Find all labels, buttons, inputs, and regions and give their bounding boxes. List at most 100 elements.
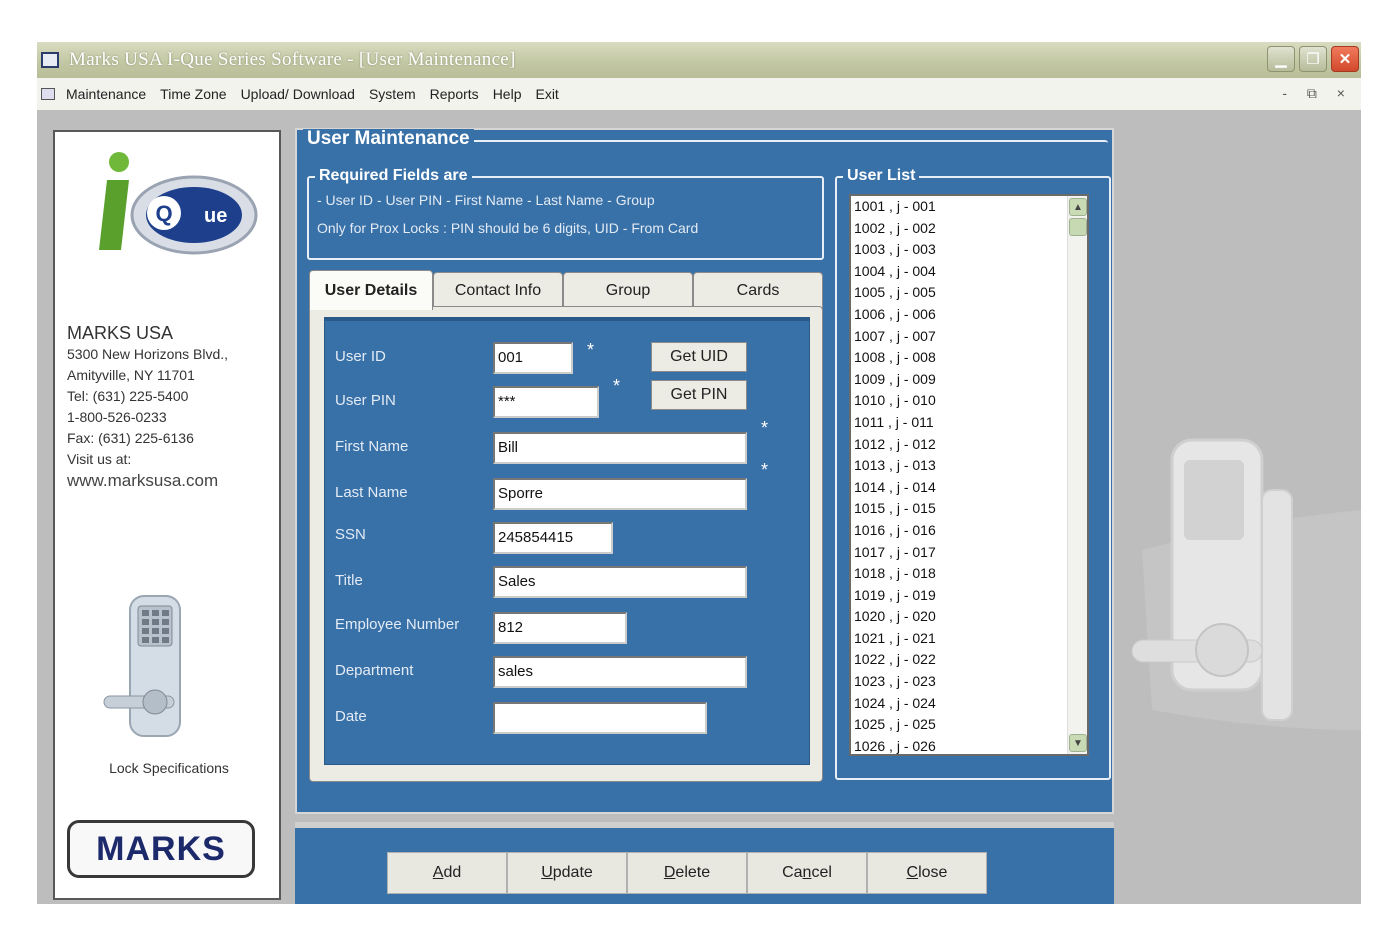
list-item[interactable]: 1006 , j - 006 [851,304,1087,326]
list-item[interactable]: 1019 , j - 019 [851,585,1087,607]
update-button[interactable]: Update [507,852,627,894]
action-bar: Add Update Delete Ca n cel Close [295,822,1114,904]
user-id-label: User ID [335,348,386,365]
minimize-icon[interactable]: ▁ [1267,46,1295,72]
tab-contact-info[interactable]: Contact Info [433,272,563,308]
list-item[interactable]: 1001 , j - 001 [851,196,1087,218]
list-item[interactable]: 1016 , j - 016 [851,520,1087,542]
ssn-label: SSN [335,526,366,543]
user-maintenance-title: User Maintenance [303,129,474,149]
keypad-lock-image[interactable] [100,592,210,742]
website-link[interactable]: www.marksusa.com [67,470,281,491]
menu-help[interactable]: Help [486,86,529,102]
cancel-button[interactable]: Ca n cel [747,852,867,894]
required-fields-group: Required Fields are - User ID - User PIN… [307,166,824,260]
list-item[interactable]: 1013 , j - 013 [851,455,1087,477]
date-field[interactable] [493,702,707,734]
list-item[interactable]: 1025 , j - 025 [851,714,1087,736]
title-field[interactable]: Sales [493,566,747,598]
company-info-panel: Q ue MARKS USA 5300 New Horizons Blvd., … [53,130,281,900]
scroll-down-icon[interactable]: ▼ [1069,734,1087,752]
list-item[interactable]: 1004 , j - 004 [851,261,1087,283]
address-line: 5300 New Horizons Blvd., [67,346,229,362]
tab-group[interactable]: Group [563,272,693,308]
employee-number-field[interactable]: 812 [493,612,627,644]
list-item[interactable]: 1011 , j - 011 [851,412,1087,434]
list-item[interactable]: 1003 , j - 003 [851,239,1087,261]
marks-logo: MARKS [67,820,255,878]
tab-cards[interactable]: Cards [693,272,823,308]
company-contact: MARKS USA 5300 New Horizons Blvd., Amity… [67,322,281,491]
last-name-label: Last Name [335,484,408,501]
menu-maintenance[interactable]: Maintenance [59,86,153,102]
svg-text:Q: Q [155,201,172,226]
title-label: Title [335,572,363,589]
get-uid-button[interactable]: Get UID [651,342,747,372]
department-field[interactable]: sales [493,656,747,688]
employee-number-label: Employee Number [335,616,460,633]
fax-line: Fax: (631) 225-6136 [67,430,194,446]
title-bar: Marks USA I-Que Series Software - [User … [37,42,1361,78]
required-fields-title: Required Fields are [315,166,472,186]
list-item[interactable]: 1015 , j - 015 [851,498,1087,520]
list-item[interactable]: 1022 , j - 022 [851,649,1087,671]
delete-button[interactable]: Delete [627,852,747,894]
list-item[interactable]: 1002 , j - 002 [851,218,1087,240]
list-item[interactable]: 1005 , j - 005 [851,282,1087,304]
visit-label: Visit us at: [67,451,132,467]
user-pin-field[interactable]: *** [493,386,599,418]
add-button[interactable]: Add [387,852,507,894]
first-name-label: First Name [335,438,409,455]
required-fields-list: - User ID - User PIN - First Name - Last… [317,192,655,208]
list-item[interactable]: 1010 , j - 010 [851,390,1087,412]
lock-specifications-link[interactable]: Lock Specifications [55,760,283,776]
company-name: MARKS USA [67,323,174,343]
window-title: Marks USA I-Que Series Software - [User … [69,49,516,70]
user-tabs: User Details Contact Info Group Cards Us… [309,270,823,782]
user-list[interactable]: 1001 , j - 001 1002 , j - 002 1003 , j - 0… [849,194,1089,756]
list-item[interactable]: 1021 , j - 021 [851,628,1087,650]
list-item[interactable]: 1023 , j - 023 [851,671,1087,693]
user-list-title: User List [843,166,920,186]
menu-reports[interactable]: Reports [423,86,486,102]
menu-exit[interactable]: Exit [528,86,565,102]
list-item[interactable]: 1017 , j - 017 [851,542,1087,564]
user-details-panel: User ID 001 * Get UID User PIN *** * Get… [324,317,810,765]
user-id-field[interactable]: 001 [493,342,573,374]
mdi-document-icon[interactable] [41,88,55,100]
client-area: Q ue MARKS USA 5300 New Horizons Blvd., … [37,110,1361,904]
list-item[interactable]: 1007 , j - 007 [851,326,1087,348]
list-item[interactable]: 1014 , j - 014 [851,477,1087,499]
last-name-field[interactable]: Sporre [493,478,747,510]
list-item[interactable]: 1008 , j - 008 [851,347,1087,369]
required-marker: * [761,418,769,438]
required-marker: * [613,376,621,396]
get-pin-button[interactable]: Get PIN [651,380,747,410]
close-button[interactable]: Close [867,852,987,894]
list-item[interactable]: 1026 , j - 026 [851,736,1087,754]
menu-upload-download[interactable]: Upload/ Download [234,86,362,102]
mdi-window-controls[interactable]: - ⧉ × [1282,85,1353,102]
list-item[interactable]: 1009 , j - 009 [851,369,1087,391]
scroll-thumb[interactable] [1069,218,1087,236]
scroll-up-icon[interactable]: ▲ [1069,198,1087,216]
maximize-icon[interactable]: ❐ [1299,46,1327,72]
close-icon[interactable]: ✕ [1331,46,1359,72]
required-marker: * [587,340,595,360]
list-item[interactable]: 1020 , j - 020 [851,606,1087,628]
svg-text:ue: ue [204,205,227,227]
address-line: Amityville, NY 11701 [67,367,195,383]
menu-time-zone[interactable]: Time Zone [153,86,233,102]
phone-line: Tel: (631) 225-5400 [67,388,189,404]
first-name-field[interactable]: Bill [493,432,747,464]
decorative-lock-image [1112,430,1361,760]
ssn-field[interactable]: 245854415 [493,522,613,554]
list-item[interactable]: 1012 , j - 012 [851,434,1087,456]
date-label: Date [335,708,367,725]
menu-system[interactable]: System [362,86,423,102]
list-item[interactable]: 1018 , j - 018 [851,563,1087,585]
user-list-scrollbar[interactable]: ▲ ▼ [1067,196,1087,754]
tab-user-details[interactable]: User Details [309,270,433,310]
list-item[interactable]: 1024 , j - 024 [851,693,1087,715]
user-pin-label: User PIN [335,392,396,409]
